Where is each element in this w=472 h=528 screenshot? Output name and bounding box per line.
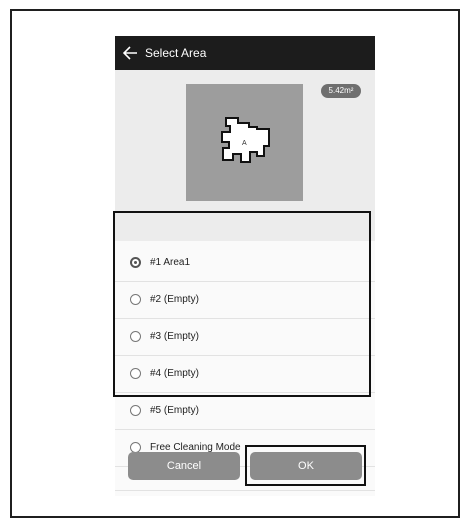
room-label: A <box>242 140 247 147</box>
page-title: Select Area <box>145 46 207 60</box>
arrow-left-icon[interactable] <box>122 43 139 63</box>
area-list-highlight-box <box>113 211 371 397</box>
ok-button-highlight-box <box>245 445 366 486</box>
area-option-label: #5 (Empty) <box>150 405 199 416</box>
app-bar: Select Area <box>115 36 375 70</box>
divider <box>115 490 375 491</box>
map-tile: A <box>186 84 303 201</box>
radio-icon[interactable] <box>130 405 141 416</box>
area-option-5[interactable]: #5 (Empty) <box>115 393 375 430</box>
area-size-badge: 5.42m² <box>321 84 361 98</box>
room-map-icon: A <box>221 117 270 163</box>
cancel-button[interactable]: Cancel <box>128 452 240 480</box>
